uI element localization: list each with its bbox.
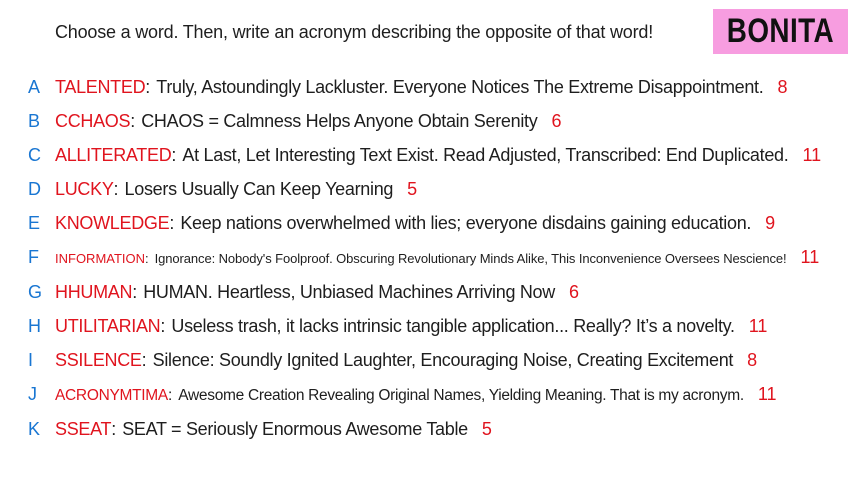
entry-letter: G (28, 281, 43, 302)
entry-content: LUCKY: Losers Usually Can Keep Yearning … (55, 179, 417, 200)
entry-acronym: Silence: Soundly Ignited Laughter, Encou… (152, 349, 734, 370)
entry-word: ACRONYMTIMA (55, 386, 168, 404)
entry-acronym: Losers Usually Can Keep Yearning (124, 178, 394, 199)
entry-score: 11 (757, 383, 777, 404)
entry-content: CCHAOS: CHAOS = Calmness Helps Anyone Ob… (55, 111, 561, 132)
entry-content: UTILITARIAN: Useless trash, it lacks int… (55, 316, 767, 337)
entry-word: TALENTED (55, 76, 146, 97)
entry-colon: : (160, 315, 166, 336)
entry-score: 8 (747, 349, 758, 370)
entry-content: HHUMAN: HUMAN. Heartless, Unbiased Machi… (55, 282, 579, 303)
entry-content: SSILENCE: Silence: Soundly Ignited Laugh… (55, 350, 757, 371)
entry-content: ALLITERATED: At Last, Let Interesting Te… (55, 145, 821, 166)
entry-score: 6 (551, 110, 562, 131)
entry-letter: A (28, 76, 41, 97)
entry-score: 11 (800, 246, 820, 267)
entry-letter: E (28, 212, 41, 233)
entry-letter: K (28, 418, 41, 439)
entry-word: UTILITARIAN (55, 315, 161, 336)
entry-word: LUCKY (55, 178, 114, 199)
entry-word: INFORMATION (55, 250, 146, 266)
entry-word: CCHAOS (55, 110, 131, 131)
entry-content: ACRONYMTIMA: Awesome Creation Revealing … (55, 384, 777, 405)
entry-score: 5 (481, 418, 492, 439)
entry-colon: : (145, 76, 151, 97)
entry-letter: F (28, 246, 39, 267)
entry-acronym: Awesome Creation Revealing Original Name… (178, 386, 744, 404)
entry-acronym: Keep nations overwhelmed with lies; ever… (180, 212, 752, 233)
entry-score: 11 (748, 315, 768, 336)
entry-letter: B (28, 110, 41, 131)
entry-word: KNOWLEDGE (55, 212, 170, 233)
entry-acronym: Useless trash, it lacks intrinsic tangib… (171, 315, 735, 336)
entry-acronym: CHAOS = Calmness Helps Anyone Obtain Ser… (141, 110, 538, 131)
entry-word: SSEAT (55, 418, 112, 439)
entry-letter: C (28, 144, 41, 165)
entry-acronym: HUMAN. Heartless, Unbiased Machines Arri… (143, 281, 555, 302)
entries-list: A TALENTED: Truly, Astoundingly Lacklust… (0, 0, 853, 480)
entry-acronym: Ignorance: Nobody's Foolproof. Obscuring… (154, 250, 787, 266)
entry-content: INFORMATION: Ignorance: Nobody's Foolpro… (55, 247, 819, 268)
entry-score: 9 (765, 212, 776, 233)
entry-acronym: Truly, Astoundingly Lackluster. Everyone… (156, 76, 764, 97)
entry-word: ALLITERATED (55, 144, 172, 165)
entry-score: 6 (568, 281, 579, 302)
entry-letter: D (28, 178, 41, 199)
entry-colon: : (111, 418, 117, 439)
entry-letter: H (28, 315, 41, 336)
entry-letter: I (28, 349, 34, 370)
entry-content: TALENTED: Truly, Astoundingly Lackluster… (55, 77, 787, 98)
entry-colon: : (132, 281, 138, 302)
entry-word: SSILENCE (55, 349, 142, 370)
entry-letter: J (28, 383, 37, 404)
entry-colon: : (169, 212, 175, 233)
entry-score: 5 (407, 178, 418, 199)
entry-colon: : (130, 110, 136, 131)
entry-colon: : (113, 178, 119, 199)
entry-colon: : (171, 144, 177, 165)
entry-colon: : (167, 386, 173, 404)
entry-acronym: SEAT = Seriously Enormous Awesome Table (122, 418, 468, 439)
entry-colon: : (141, 349, 147, 370)
entry-colon: : (145, 250, 149, 266)
entry-content: SSEAT: SEAT = Seriously Enormous Awesome… (55, 419, 492, 440)
entry-word: HHUMAN (55, 281, 133, 302)
entry-content: KNOWLEDGE: Keep nations overwhelmed with… (55, 213, 775, 234)
entry-acronym: At Last, Let Interesting Text Exist. Rea… (182, 144, 789, 165)
entry-score: 8 (777, 76, 788, 97)
entry-score: 11 (802, 144, 822, 165)
